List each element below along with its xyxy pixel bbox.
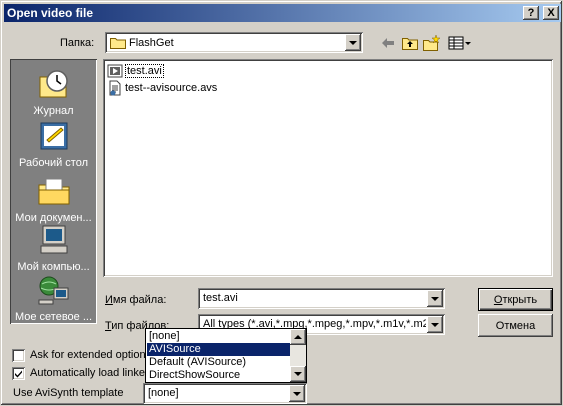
- back-arrow-icon: [382, 38, 394, 48]
- template-label: Use AviSynth template: [13, 387, 124, 399]
- lookin-label: Папка:: [60, 37, 95, 49]
- view-menu-icon: [448, 36, 471, 50]
- template-dropdown-list: [none] AVISource Default (AVISource) Dir…: [145, 328, 307, 383]
- chevron-down-icon: [293, 391, 301, 396]
- place-my-documents[interactable]: Мои докумен...: [10, 172, 97, 224]
- dropdown-option[interactable]: Default (AVISource): [147, 356, 291, 369]
- chevron-up-icon: [294, 335, 302, 339]
- filename-dropdown-arrow[interactable]: [427, 290, 443, 307]
- filetype-dropdown-arrow[interactable]: [427, 316, 443, 333]
- filename-label: Имя файла:: [105, 294, 167, 306]
- open-button-label: Открыть: [493, 293, 538, 306]
- list-item[interactable]: test--avisource.avs: [107, 80, 217, 96]
- chevron-down-icon: [431, 296, 439, 301]
- filename-label-text: мя файла:: [112, 294, 167, 306]
- dropdown-option[interactable]: [none]: [147, 330, 291, 343]
- cancel-button-label: Отмена: [495, 319, 536, 332]
- folder-icon: [110, 38, 126, 49]
- filename-combo[interactable]: test.avi: [198, 288, 445, 309]
- lookin-dropdown-arrow[interactable]: [345, 34, 361, 51]
- places-bar: Журнал Рабочий стол Мои докумен... Мой к…: [10, 59, 97, 324]
- extended-options-label: Ask for extended option: [30, 349, 146, 361]
- up-folder-icon: [402, 38, 418, 50]
- file-name: test--avisource.avs: [125, 82, 218, 94]
- close-button[interactable]: X: [543, 6, 559, 20]
- checkmark-icon: [15, 370, 22, 378]
- place-network[interactable]: Мое сетевое ...: [10, 271, 97, 323]
- place-desktop[interactable]: Рабочий стол: [10, 117, 97, 169]
- place-label: Мое сетевое ...: [14, 311, 93, 323]
- network-places-icon: [38, 276, 68, 305]
- dropdown-scrollbar[interactable]: [290, 329, 306, 382]
- filename-input[interactable]: test.avi: [201, 291, 426, 306]
- open-video-file-dialog: Open video file ? X Папка: FlashGet Журн…: [0, 0, 563, 406]
- new-folder-icon: [423, 35, 441, 51]
- list-item[interactable]: test.avi: [107, 63, 164, 79]
- history-icon: [39, 70, 68, 98]
- desktop-icon: [40, 122, 67, 150]
- file-list[interactable]: test.avi test--avisource.avs: [103, 59, 553, 277]
- script-file-icon: [109, 80, 121, 96]
- dropdown-option[interactable]: AVISource: [147, 343, 291, 356]
- template-combo[interactable]: [none]: [143, 383, 307, 404]
- lookin-value: FlashGet: [129, 36, 174, 49]
- autoload-linked-checkbox[interactable]: [12, 367, 25, 380]
- lookin-combo[interactable]: FlashGet: [105, 32, 363, 53]
- place-my-computer[interactable]: Мой компью...: [10, 221, 97, 273]
- place-label: Рабочий стол: [18, 157, 89, 169]
- up-folder-button[interactable]: [401, 34, 419, 52]
- video-file-icon: [107, 64, 123, 78]
- my-computer-icon: [40, 225, 67, 254]
- my-documents-icon: [38, 178, 69, 205]
- open-button[interactable]: Открыть: [478, 288, 553, 311]
- place-history[interactable]: Журнал: [10, 65, 97, 117]
- file-name: test.avi: [125, 64, 164, 78]
- chevron-down-icon: [294, 372, 302, 376]
- dropdown-option[interactable]: DirectShowSource: [147, 369, 291, 382]
- chevron-down-icon: [349, 40, 357, 45]
- back-button[interactable]: [379, 34, 397, 52]
- cancel-button[interactable]: Отмена: [478, 314, 553, 337]
- template-dropdown-arrow[interactable]: [289, 385, 305, 402]
- extended-options-checkbox[interactable]: [12, 349, 25, 362]
- autoload-linked-label: Automatically load linked: [30, 367, 152, 379]
- place-label: Журнал: [33, 105, 74, 117]
- scroll-down-button[interactable]: [290, 366, 306, 382]
- title-bar: Open video file ? X: [4, 4, 561, 22]
- new-folder-button[interactable]: [423, 34, 441, 52]
- help-button[interactable]: ?: [523, 6, 539, 20]
- view-menu-button[interactable]: [447, 34, 473, 52]
- template-value: [none]: [148, 387, 179, 399]
- window-title: Open video file: [7, 6, 94, 20]
- chevron-down-icon: [431, 322, 439, 327]
- scroll-up-button[interactable]: [290, 329, 306, 345]
